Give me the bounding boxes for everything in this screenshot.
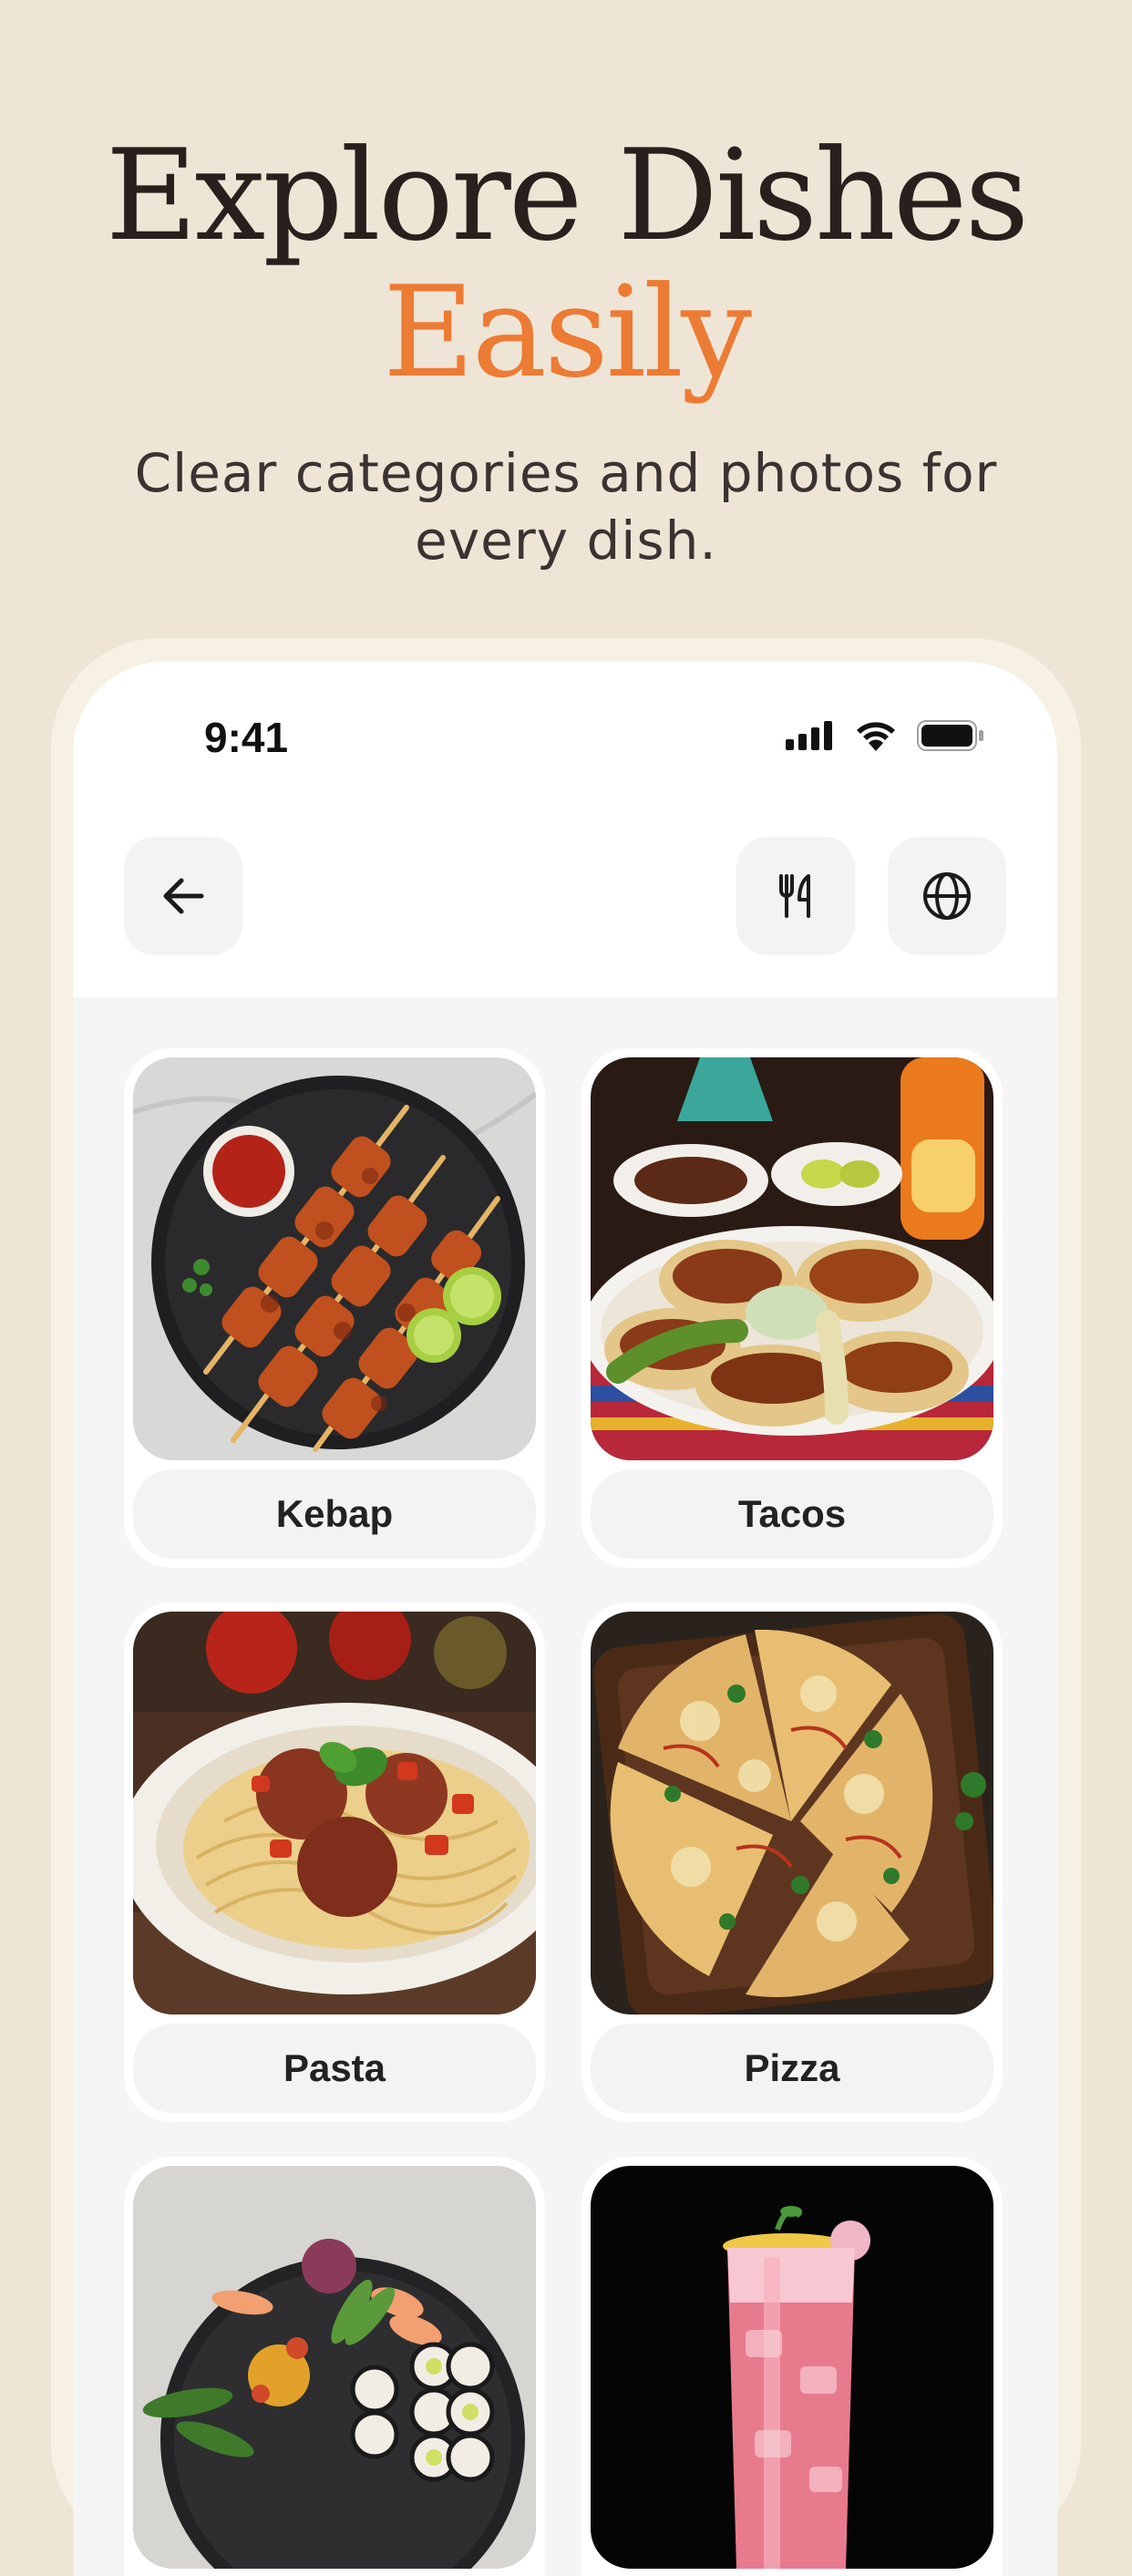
category-card-drinks[interactable] [581,2157,1003,2576]
category-card-kebap[interactable]: Kebap [124,1048,545,1568]
sushi-photo [133,2166,536,2569]
globe-icon [920,869,974,923]
cellular-signal-icon [786,721,835,750]
category-card-pasta[interactable]: Pasta [124,1602,545,2122]
back-button[interactable] [124,837,242,955]
battery-icon [917,720,984,751]
category-card-tacos[interactable]: Tacos [581,1048,1003,1568]
hero-title: Explore Dishes [105,122,1030,269]
status-bar: 9:41 [73,662,1057,808]
category-card-pizza[interactable]: Pizza [581,1602,1003,2122]
language-button[interactable] [888,837,1006,955]
category-grid: Kebap Tacos Pasta Pizza [73,997,1057,2576]
wifi-icon [855,720,897,751]
category-label: Kebap [133,1469,536,1559]
menu-button[interactable] [736,837,855,955]
kebap-photo [133,1057,536,1460]
status-icons [786,720,984,751]
drink-photo [591,2166,993,2569]
fork-knife-icon [768,869,823,923]
category-label: Tacos [591,1469,993,1559]
tacos-photo [591,1057,993,1460]
hero-title-accent: Easily [382,259,752,406]
category-label: Pasta [133,2024,536,2113]
status-time: 9:41 [204,714,289,761]
category-card-sushi[interactable] [124,2157,545,2576]
phone-screen: 9:41 Kebap Tacos Pasta Pizza [73,662,1057,2576]
pizza-photo [591,1612,993,2014]
hero-subtitle: Clear categories and photos for every di… [134,442,998,572]
top-nav [73,837,1057,983]
category-label: Pizza [591,2024,993,2113]
arrow-left-icon [156,869,211,923]
pasta-photo [133,1612,536,2014]
